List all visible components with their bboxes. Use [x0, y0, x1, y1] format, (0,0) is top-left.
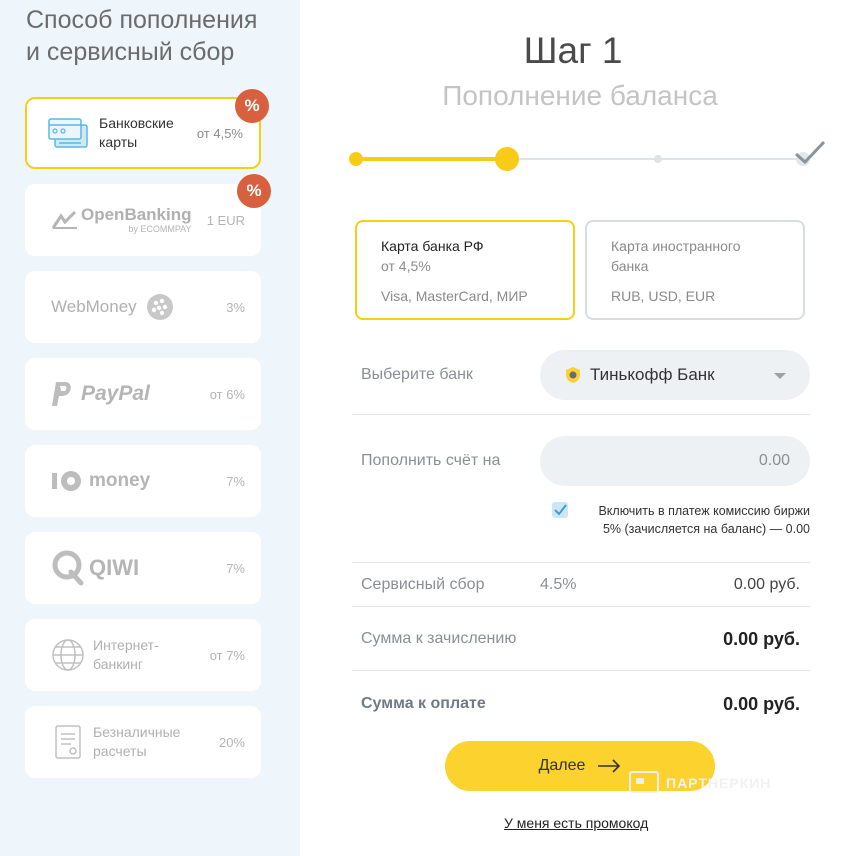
internet-banking-label-line2: банкинг: [93, 656, 143, 672]
credit-value: 0.00 руб.: [723, 629, 800, 649]
openbanking-subtext: by ECOMMPAY: [128, 224, 192, 234]
tinkoff-logo-icon: [566, 367, 580, 383]
bank-select[interactable]: Тинькофф Банк: [540, 350, 810, 400]
service-fee-percent: 4.5%: [540, 576, 577, 593]
openbanking-icon: [51, 210, 77, 229]
method-bank-cards[interactable]: Банковские карты от 4,5% %: [25, 89, 269, 169]
divider: [352, 670, 810, 671]
cashless-label-line1: Безналичные: [93, 724, 181, 740]
yoomoney-text: money: [89, 470, 151, 491]
card-option-foreign-title-line2: банка: [611, 258, 649, 274]
yoomoney-fee: 7%: [226, 473, 245, 489]
paypal-icon: [52, 382, 71, 406]
qiwi-text: QIWI: [89, 555, 140, 580]
step-title: Шаг 1: [523, 30, 623, 71]
bank-select-value: Тинькофф Банк: [590, 365, 715, 384]
webmoney-text: WebMoney: [51, 297, 137, 316]
check-icon: [795, 140, 826, 165]
yoomoney-logo: money: [51, 445, 150, 517]
step-dot-3: [654, 155, 662, 163]
globe-icon: [52, 639, 84, 671]
method-qiwi[interactable]: QIWI 7%: [25, 532, 261, 604]
service-fee-value: 0.00 руб.: [733, 576, 800, 593]
percent-badge: %: [235, 89, 269, 123]
next-button-label: Далее: [538, 757, 586, 774]
progress-stepper: [348, 140, 828, 180]
watermark: ПАРТНЕРКИН: [628, 768, 771, 798]
promo-code-link[interactable]: У меня есть промокод: [504, 815, 648, 831]
bank-cards-logo: Банковские карты: [47, 99, 174, 167]
step-dot-1: [349, 152, 363, 166]
bank-cards-label-line1: Банковские: [99, 115, 174, 131]
chevron-down-icon: [774, 373, 786, 379]
method-webmoney[interactable]: WebMoney 3%: [25, 271, 261, 343]
sidebar: Способ пополнения и сервисный сбор Банко…: [0, 0, 300, 856]
cashless-label-line2: расчеты: [93, 743, 147, 759]
paypal-logo: PayPal: [51, 358, 150, 430]
paypal-fee: от 6%: [209, 386, 245, 402]
service-fee-label: Сервисный сбор: [361, 576, 485, 593]
card-option-rf-title: Карта банка РФ: [381, 238, 484, 254]
webmoney-globe-icon: [146, 294, 173, 320]
qiwi-logo: QIWI: [51, 532, 139, 604]
sidebar-title-line2: и сервисный сбор: [26, 38, 235, 66]
webmoney-fee: 3%: [226, 299, 245, 315]
watermark-text: ПАРТНЕРКИН: [666, 775, 772, 791]
amount-input[interactable]: [540, 436, 810, 486]
method-openbanking[interactable]: OpenBanking by ECOMMPAY 1 EUR %: [25, 174, 271, 256]
sidebar-title: Способ пополнения и сервисный сбор: [26, 4, 257, 68]
method-internet-banking[interactable]: Интернет- банкинг от 7%: [25, 619, 261, 691]
internet-banking-label-line1: Интернет-: [93, 637, 159, 653]
webmoney-logo: WebMoney: [51, 271, 175, 343]
cashless-fee: 20%: [218, 734, 245, 750]
paypal-text: PayPal: [81, 382, 150, 405]
bank-label: Выберите банк: [361, 366, 473, 383]
arrow-right-icon: [598, 759, 621, 773]
commission-text: Включить в платеж комиссию биржи 5% (зач…: [560, 502, 810, 538]
watermark-logo-icon: [629, 771, 659, 793]
qiwi-fee: 7%: [226, 560, 245, 576]
card-option-rf[interactable]: Карта банка РФ от 4,5% Visa, MasterCard,…: [355, 220, 575, 320]
step-subtitle: Пополнение баланса: [442, 80, 718, 111]
divider: [352, 414, 810, 415]
method-cashless[interactable]: Безналичные расчеты 20%: [25, 706, 261, 778]
method-yoomoney[interactable]: money 7%: [25, 445, 261, 517]
openbanking-logo: OpenBanking by ECOMMPAY: [51, 184, 192, 256]
internet-banking-fee: от 7%: [209, 647, 245, 663]
cashless-label: Безналичные расчеты: [93, 723, 180, 761]
yoomoney-icon: [52, 471, 81, 491]
card-option-foreign[interactable]: Карта иностранного банка RUB, USD, EUR: [585, 220, 805, 320]
bank-cards-label: Банковские карты: [99, 114, 174, 152]
qiwi-icon: [52, 550, 84, 586]
card-option-foreign-title-line1: Карта иностранного: [611, 238, 741, 254]
internet-banking-label: Интернет- банкинг: [93, 636, 159, 674]
progress-fill: [356, 157, 508, 161]
amount-label: Пополнить счёт на: [361, 452, 501, 469]
card-option-rf-systems: Visa, MasterCard, МИР: [381, 288, 528, 304]
openbanking-text: OpenBanking: [81, 205, 192, 224]
card-option-rf-fee: от 4,5%: [381, 258, 431, 274]
sidebar-title-line1: Способ пополнения: [26, 6, 258, 34]
document-icon: [55, 725, 81, 759]
step-dot-current: [495, 147, 519, 171]
commission-line1: Включить в платеж комиссию биржи: [598, 504, 810, 518]
cashless-logo: Безналичные расчеты: [51, 706, 180, 778]
credit-label: Сумма к зачислению: [361, 630, 517, 647]
divider: [352, 606, 810, 607]
commission-line2: 5% (зачисляется на баланс) — 0.00: [602, 522, 810, 536]
method-paypal[interactable]: PayPal от 6%: [25, 358, 261, 430]
card-option-foreign-currencies: RUB, USD, EUR: [611, 288, 716, 304]
percent-badge: %: [237, 174, 271, 208]
credit-card-icon: [48, 118, 88, 148]
divider: [352, 562, 810, 563]
bank-cards-label-line2: карты: [99, 134, 138, 150]
pay-value: 0.00 руб.: [723, 694, 800, 714]
pay-label: Сумма к оплате: [361, 695, 486, 712]
internet-banking-logo: Интернет- банкинг: [51, 619, 159, 691]
